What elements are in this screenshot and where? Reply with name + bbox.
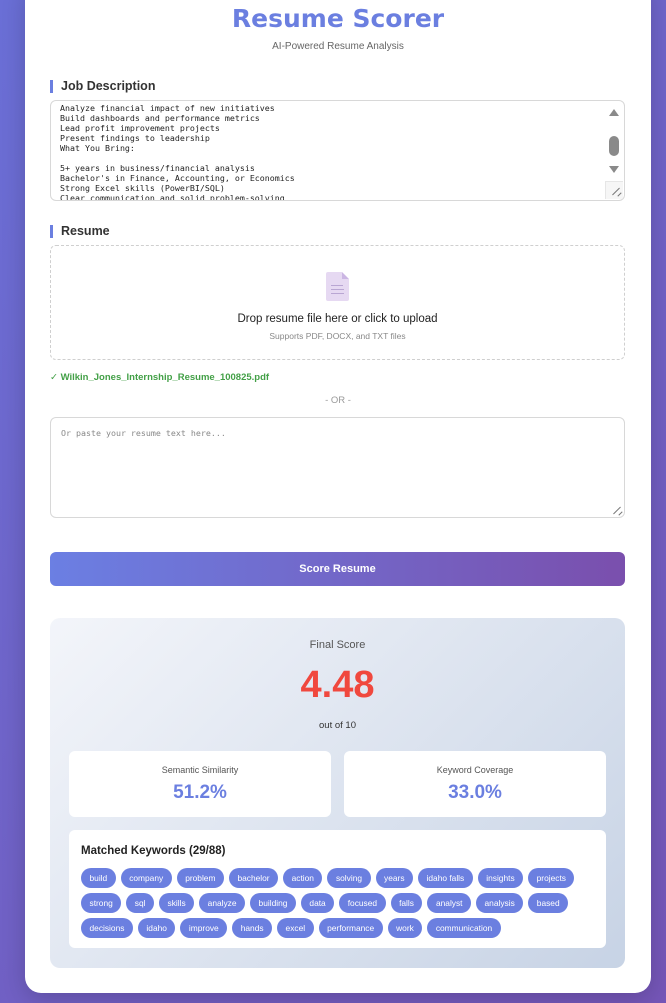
scroll-down-arrow-icon[interactable] xyxy=(609,166,619,173)
keyword-chip: strong xyxy=(81,893,122,913)
keyword-chip: excel xyxy=(277,918,314,938)
page-title: Resume Scorer xyxy=(231,4,445,33)
score-resume-button[interactable]: Score Resume xyxy=(50,552,625,586)
keyword-chip: data xyxy=(300,893,335,913)
keyword-chip: action xyxy=(283,868,323,888)
matched-keywords-list: build company problem bachelor action solving… xyxy=(81,868,601,938)
keyword-chip: improve xyxy=(180,918,228,938)
keyword-coverage-label: Keyword Coverage xyxy=(436,765,514,775)
keyword-chip: insights xyxy=(477,868,524,888)
keyword-coverage-value: 33.0% xyxy=(448,782,502,803)
keyword-chip: work xyxy=(387,918,423,938)
dropzone-instructions: Drop resume file here or click to upload xyxy=(237,313,438,325)
keyword-chip: communication xyxy=(427,918,501,938)
job-description-text[interactable]: Analyze financial impact of new initiati… xyxy=(60,103,602,200)
keyword-chip: problem xyxy=(176,868,224,888)
keyword-chip: analyst xyxy=(427,893,472,913)
keyword-chip: idaho xyxy=(137,918,176,938)
keyword-chip: build xyxy=(81,868,116,888)
final-score-label: Final Score xyxy=(309,639,366,651)
semantic-similarity-card: Semantic Similarity 51.2% xyxy=(69,751,331,817)
final-score-scale: out of 10 xyxy=(319,720,356,731)
scroll-up-arrow-icon[interactable] xyxy=(609,109,619,116)
keyword-chip: bachelor xyxy=(228,868,279,888)
resume-label: Resume xyxy=(50,225,110,238)
keyword-chip: sql xyxy=(126,893,154,913)
keyword-coverage-card: Keyword Coverage 33.0% xyxy=(344,751,606,817)
uploaded-file-name: ✓ Wilkin_Jones_Internship_Resume_100825.… xyxy=(50,372,270,383)
keyword-chip: solving xyxy=(327,868,371,888)
keyword-chip: analysis xyxy=(476,893,524,913)
keyword-chip: projects xyxy=(528,868,575,888)
job-description-textarea[interactable]: Analyze financial impact of new initiati… xyxy=(50,100,625,201)
document-icon xyxy=(326,272,349,301)
matched-keywords-card: Matched Keywords (29/88) build company pro… xyxy=(69,830,606,948)
keyword-chip: skills xyxy=(159,893,195,913)
results-panel: Final Score 4.48 out of 10 Semantic Simi… xyxy=(50,618,625,968)
keyword-chip: building xyxy=(250,893,296,913)
final-score-value: 4.48 xyxy=(300,664,375,706)
keyword-chip: hands xyxy=(232,918,273,938)
resume-dropzone[interactable]: Drop resume file here or click to upload… xyxy=(50,245,625,360)
keyword-chip: company xyxy=(120,868,172,888)
resume-paste-input[interactable] xyxy=(51,418,624,517)
job-description-scrollbar[interactable] xyxy=(606,102,623,182)
job-description-label: Job Description xyxy=(50,80,155,93)
dropzone-supported-formats: Supports PDF, DOCX, and TXT files xyxy=(269,331,406,341)
semantic-similarity-label: Semantic Similarity xyxy=(161,765,239,775)
main-card: Resume Scorer AI-Powered Resume Analysis… xyxy=(25,0,651,993)
keyword-chip: based xyxy=(528,893,569,913)
resize-handle-icon[interactable] xyxy=(605,181,623,199)
paste-resize-handle-icon[interactable] xyxy=(612,505,622,515)
or-divider: - OR - xyxy=(325,395,351,406)
keyword-chip: analyze xyxy=(199,893,246,913)
matched-keywords-title: Matched Keywords (29/88) xyxy=(81,845,226,857)
keyword-chip: years xyxy=(375,868,414,888)
scroll-thumb[interactable] xyxy=(609,136,619,156)
keyword-chip: falls xyxy=(390,893,423,913)
resume-paste-box[interactable] xyxy=(50,417,625,518)
keyword-chip: decisions xyxy=(81,918,133,938)
semantic-similarity-value: 51.2% xyxy=(173,782,227,803)
keyword-chip: focused xyxy=(339,893,386,913)
keyword-chip: performance xyxy=(318,918,383,938)
keyword-chip: idaho falls xyxy=(418,868,473,888)
page-subtitle: AI-Powered Resume Analysis xyxy=(272,41,404,52)
